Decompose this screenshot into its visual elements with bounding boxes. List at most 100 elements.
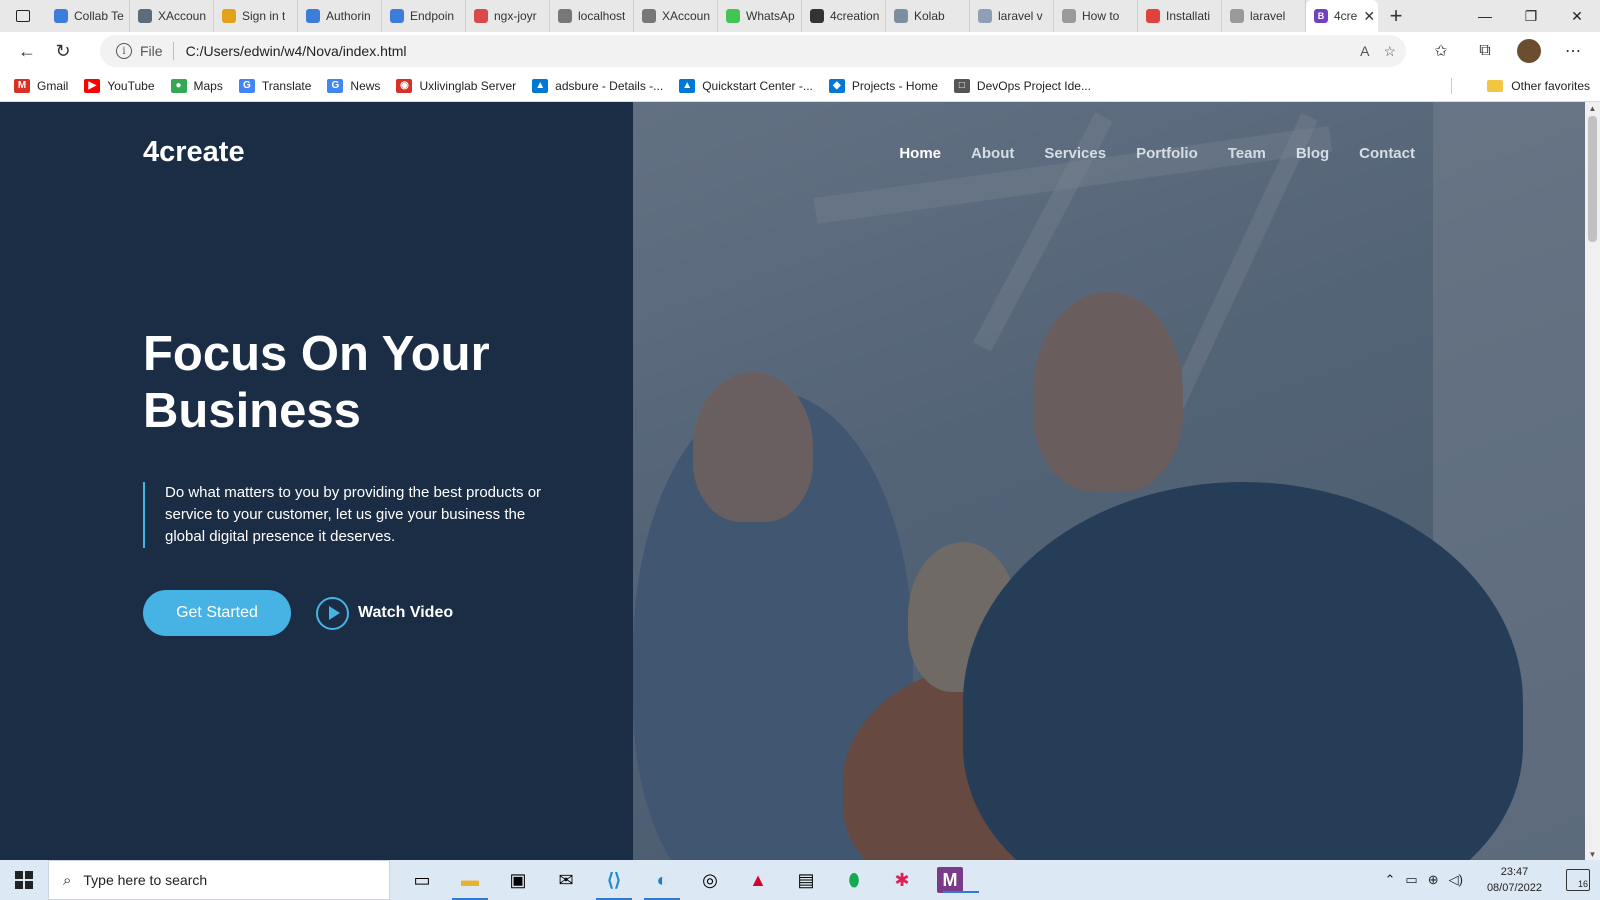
favorites-bar: M Gmail ▶ YouTube ● Maps G Translate G News ◉ Uxliv… <box>0 70 1600 102</box>
tab-title: How to <box>1082 9 1120 23</box>
address-bar[interactable]: i File C:/Users/edwin/w4/Nova/index.html… <box>100 35 1406 67</box>
browser-toolbar: ← ↻ i File C:/Users/edwin/w4/Nova/index.… <box>0 32 1600 70</box>
tab-favicon-icon <box>810 9 824 23</box>
tab[interactable]: laravel v <box>970 0 1054 32</box>
back-button[interactable]: ← <box>9 35 45 67</box>
vscode-icon[interactable]: ⟨⟩ <box>590 860 638 900</box>
tab[interactable]: laravel <box>1222 0 1306 32</box>
favorites-icon[interactable]: ✩ <box>1422 35 1460 67</box>
network-icon[interactable]: ⊕ <box>1428 872 1439 888</box>
angular-icon[interactable]: ▲ <box>734 860 782 900</box>
notifications-icon[interactable]: 16 <box>1566 869 1590 891</box>
favorite-link[interactable]: ◆ Projects - Home <box>828 78 938 93</box>
close-icon[interactable]: ✕ <box>1363 8 1375 25</box>
tab[interactable]: XAccoun <box>130 0 214 32</box>
nav-link-about[interactable]: About <box>971 145 1014 162</box>
tab[interactable]: 4creation <box>802 0 886 32</box>
clock[interactable]: 23:47 08/07/2022 <box>1487 864 1542 896</box>
favorite-label: DevOps Project Ide... <box>976 78 1091 93</box>
favorite-link[interactable]: □ DevOps Project Ide... <box>953 78 1091 93</box>
tab[interactable]: WhatsAp <box>718 0 802 32</box>
scrollbar-thumb[interactable] <box>1588 116 1597 242</box>
file-explorer-icon[interactable]: ▬ <box>446 860 494 900</box>
nav-link-team[interactable]: Team <box>1228 145 1266 162</box>
info-icon[interactable]: i <box>116 43 132 59</box>
brand-logo[interactable]: 4create <box>143 136 245 169</box>
restore-button[interactable]: ❐ <box>1508 0 1554 32</box>
tab-title: XAccoun <box>662 9 711 23</box>
favorite-label: News <box>350 78 381 93</box>
tab-title: Sign in t <box>242 9 286 23</box>
favorite-link[interactable]: ● Maps <box>170 78 223 93</box>
favorite-link[interactable]: ▶ YouTube <box>84 78 155 93</box>
tab[interactable]: XAccoun <box>634 0 718 32</box>
obs-icon[interactable]: ◎ <box>686 860 734 900</box>
tab[interactable]: Kolab <box>886 0 970 32</box>
refresh-button[interactable]: ↻ <box>45 35 81 67</box>
avatar[interactable] <box>1517 39 1541 63</box>
favorite-link[interactable]: ◉ Uxlivinglab Server <box>396 78 516 93</box>
scrollbar[interactable]: ▲ ▼ <box>1585 102 1600 860</box>
tab[interactable]: ngx-joyr <box>466 0 550 32</box>
collections-icon[interactable]: ⧉ <box>1466 35 1504 67</box>
tab[interactable]: How to <box>1054 0 1138 32</box>
nav-link-services[interactable]: Services <box>1044 145 1106 162</box>
tab-title: localhost <box>578 9 626 23</box>
tab[interactable]: Installati <box>1138 0 1222 32</box>
tab[interactable]: Sign in t <box>214 0 298 32</box>
favorite-label: YouTube <box>107 78 155 93</box>
tab-active[interactable]: B 4cre ✕ <box>1306 0 1378 32</box>
nav-link-blog[interactable]: Blog <box>1296 145 1329 162</box>
tab-favicon-icon <box>138 9 152 23</box>
terminal-icon[interactable]: ▤ <box>782 860 830 900</box>
read-aloud-icon[interactable]: A <box>1360 43 1369 59</box>
nav-link-home[interactable]: Home <box>899 145 941 162</box>
nav-link-portfolio[interactable]: Portfolio <box>1136 145 1198 162</box>
m-app-icon[interactable]: M <box>937 867 979 893</box>
hero-left-panel <box>0 102 633 860</box>
slack-icon[interactable]: ✱ <box>878 860 926 900</box>
more-icon[interactable]: ⋯ <box>1554 35 1592 67</box>
nav-link-contact[interactable]: Contact <box>1359 145 1415 162</box>
favorite-icon: ● <box>170 78 187 93</box>
mongodb-icon[interactable]: ⬮ <box>830 860 878 900</box>
tab[interactable]: Collab Te <box>46 0 130 32</box>
url-text[interactable]: C:/Users/edwin/w4/Nova/index.html <box>186 43 407 59</box>
volume-icon[interactable]: ◁) <box>1449 872 1463 888</box>
favorite-icon: G <box>327 78 344 93</box>
watch-video-button[interactable]: Watch Video <box>316 596 453 630</box>
start-button[interactable] <box>0 860 48 900</box>
tab[interactable]: Authorin <box>298 0 382 32</box>
edge-icon[interactable]: ◐ <box>638 860 686 900</box>
get-started-button[interactable]: Get Started <box>143 590 291 636</box>
battery-icon[interactable]: ▭ <box>1405 872 1417 888</box>
task-view-icon[interactable]: ▭ <box>398 860 446 900</box>
chevron-up-icon[interactable]: ⌃ <box>1385 872 1396 888</box>
mail-icon[interactable]: ✉ <box>542 860 590 900</box>
scroll-up-icon[interactable]: ▲ <box>1585 102 1600 114</box>
scroll-down-icon[interactable]: ▼ <box>1585 848 1600 860</box>
add-favorite-icon[interactable]: ☆ <box>1383 43 1396 60</box>
tab-title: Kolab <box>914 9 945 23</box>
hero-image <box>633 102 1585 860</box>
favorite-link[interactable]: ▲ Quickstart Center -... <box>679 78 813 93</box>
taskbar-search[interactable]: ⌕ Type here to search <box>48 860 390 900</box>
bootstrap-icon: B <box>1314 9 1328 23</box>
tab-actions-button[interactable] <box>0 0 46 32</box>
favorite-label: Projects - Home <box>851 78 938 93</box>
favorite-link[interactable]: M Gmail <box>14 78 68 93</box>
tab[interactable]: localhost <box>550 0 634 32</box>
minimize-button[interactable]: — <box>1462 0 1508 32</box>
favorite-label: adsbure - Details -... <box>555 78 664 93</box>
store-icon[interactable]: ▣ <box>494 860 542 900</box>
other-favorites[interactable]: Other favorites <box>1487 70 1590 102</box>
tab-title: ngx-joyr <box>494 9 537 23</box>
tab[interactable]: Endpoin <box>382 0 466 32</box>
favorite-link[interactable]: G Translate <box>238 78 311 93</box>
tab-favicon-icon <box>894 9 908 23</box>
favorite-link[interactable]: ▲ adsbure - Details -... <box>532 78 664 93</box>
window-close-button[interactable]: ✕ <box>1554 0 1600 32</box>
new-tab-button[interactable]: + <box>1378 0 1414 32</box>
favorite-link[interactable]: G News <box>327 78 381 93</box>
tab-title: 4creation <box>830 9 880 23</box>
